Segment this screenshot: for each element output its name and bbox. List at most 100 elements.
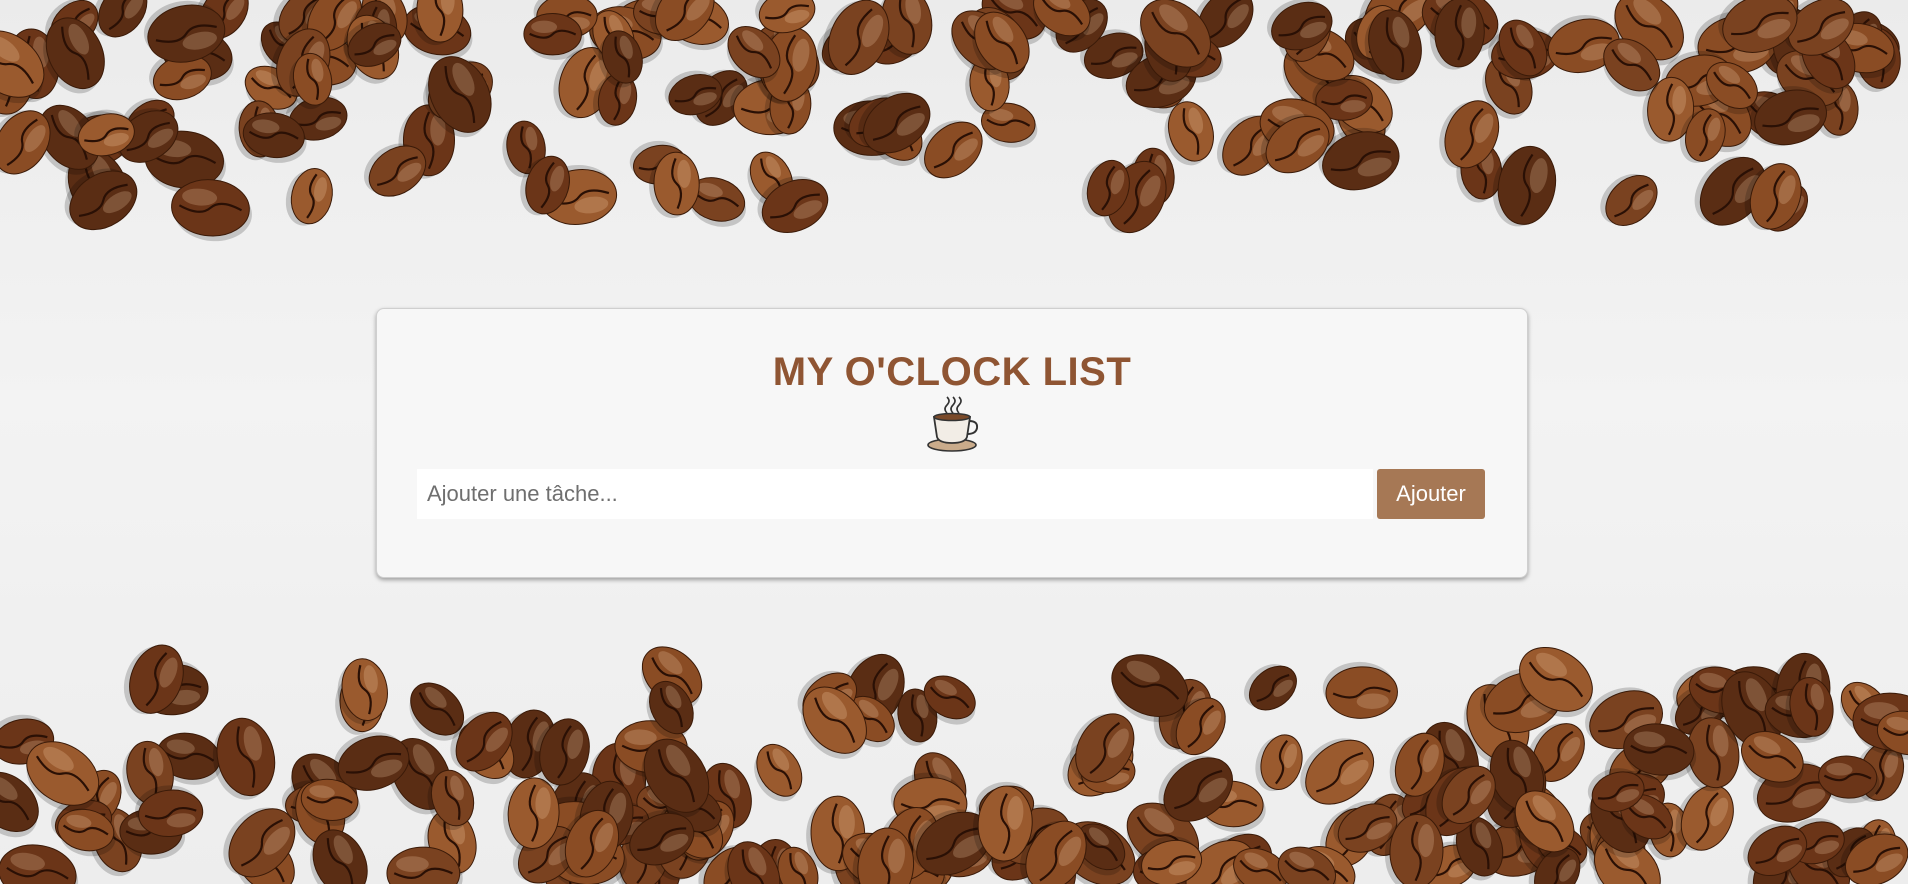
coffee-bean bbox=[1519, 646, 1593, 718]
coffee-bean bbox=[574, 780, 634, 855]
coffee-bean bbox=[244, 65, 298, 116]
coffee-bean bbox=[1290, 26, 1355, 87]
coffee-bean bbox=[1318, 127, 1400, 191]
coffee-bean bbox=[3, 28, 60, 103]
coffee-bean bbox=[425, 56, 492, 138]
coffee-bean bbox=[1600, 173, 1658, 227]
coffee-bean bbox=[664, 70, 723, 116]
coffee-bean bbox=[1158, 755, 1233, 822]
coffee-bean bbox=[65, 148, 129, 228]
coffee-bean bbox=[893, 688, 938, 746]
coffee-bean bbox=[1255, 734, 1303, 792]
coffee-bean bbox=[862, 12, 924, 65]
task-input[interactable] bbox=[417, 469, 1373, 519]
coffee-bean bbox=[539, 843, 587, 884]
coffee-bean bbox=[764, 77, 812, 137]
coffee-bean bbox=[1487, 25, 1559, 80]
coffee-bean bbox=[919, 120, 983, 179]
coffee-bean bbox=[698, 762, 752, 833]
coffee-bean bbox=[1396, 775, 1453, 825]
coffee-bean bbox=[756, 27, 818, 104]
coffee-bean bbox=[1439, 100, 1500, 169]
coffee-bean bbox=[986, 823, 1053, 881]
coffee-bean bbox=[285, 31, 358, 91]
coffee-bean bbox=[1536, 824, 1588, 873]
coffee-bean bbox=[427, 769, 475, 831]
coffee-bean bbox=[1277, 846, 1337, 884]
coffee-bean bbox=[1851, 27, 1901, 92]
coffee-bean bbox=[1359, 0, 1435, 43]
coffee-bean bbox=[1126, 802, 1199, 874]
coffee-bean bbox=[689, 69, 748, 126]
coffee-bean bbox=[1515, 799, 1577, 879]
coffee-bean bbox=[1456, 142, 1503, 203]
coffee-bean bbox=[975, 781, 1035, 827]
coffee-bean bbox=[1850, 819, 1897, 876]
coffee-bean bbox=[1785, 676, 1834, 741]
coffee-bean bbox=[587, 742, 647, 821]
coffee-bean bbox=[755, 0, 816, 34]
coffee-bean bbox=[0, 771, 39, 838]
coffee-bean bbox=[845, 695, 895, 748]
coffee-bean bbox=[1069, 713, 1135, 783]
coffee-bean bbox=[1783, 0, 1855, 56]
coffee-cup-icon bbox=[927, 396, 979, 452]
coffee-bean bbox=[234, 832, 295, 884]
coffee-bean bbox=[1268, 107, 1322, 161]
coffee-bean bbox=[885, 851, 947, 884]
coffee-bean bbox=[1579, 809, 1646, 865]
coffee-bean bbox=[120, 98, 175, 146]
coffee-bean bbox=[1513, 790, 1575, 858]
coffee-bean bbox=[1527, 723, 1585, 782]
coffee-bean bbox=[43, 17, 105, 94]
coffee-bean bbox=[59, 111, 132, 167]
coffee-bean bbox=[533, 0, 598, 39]
coffee-bean bbox=[1364, 9, 1422, 84]
coffee-bean bbox=[839, 654, 905, 728]
coffee-bean bbox=[1130, 65, 1185, 114]
coffee-beans-bottom-decoration bbox=[0, 644, 1908, 884]
coffee-bean bbox=[1528, 847, 1581, 884]
coffee-bean bbox=[981, 0, 1047, 46]
page-title: MY O'CLOCK LIST bbox=[772, 350, 1132, 394]
coffee-bean bbox=[1479, 815, 1558, 877]
coffee-bean bbox=[1170, 697, 1226, 756]
coffee-bean bbox=[972, 785, 1033, 864]
coffee-bean bbox=[1852, 692, 1908, 756]
coffee-bean bbox=[1818, 755, 1880, 804]
coffee-bean bbox=[629, 140, 687, 185]
coffee-bean bbox=[1588, 783, 1651, 858]
coffee-bean bbox=[502, 777, 560, 852]
coffee-bean bbox=[540, 836, 612, 884]
coffee-bean bbox=[0, 714, 55, 765]
coffee-bean bbox=[589, 10, 635, 67]
add-task-button[interactable]: Ajouter bbox=[1377, 469, 1485, 519]
coffee-bean bbox=[774, 846, 819, 884]
coffee-bean bbox=[674, 800, 735, 861]
coffee-bean bbox=[1876, 710, 1908, 761]
coffee-bean bbox=[911, 809, 992, 876]
coffee-bean bbox=[1604, 737, 1674, 795]
coffee-bean bbox=[386, 846, 463, 884]
coffee-bean bbox=[1603, 38, 1661, 97]
coffee-bean bbox=[1463, 684, 1530, 766]
coffee-bean bbox=[1121, 49, 1197, 108]
coffee-bean bbox=[1163, 34, 1224, 83]
coffee-bean bbox=[724, 841, 781, 884]
coffee-bean bbox=[1233, 847, 1289, 884]
coffee-bean bbox=[122, 740, 174, 809]
coffee-bean bbox=[0, 30, 45, 104]
coffee-bean bbox=[589, 6, 663, 66]
coffee-bean bbox=[1728, 684, 1783, 750]
coffee-bean bbox=[1771, 652, 1831, 730]
coffee-bean bbox=[273, 0, 330, 43]
coffee-bean bbox=[171, 179, 252, 242]
coffee-bean bbox=[754, 743, 803, 802]
coffee-bean bbox=[923, 675, 976, 725]
coffee-bean bbox=[57, 808, 116, 857]
coffee-bean bbox=[842, 832, 909, 884]
coffee-bean bbox=[1335, 93, 1386, 153]
coffee-bean bbox=[830, 835, 878, 884]
coffee-bean bbox=[757, 176, 829, 233]
coffee-bean bbox=[662, 0, 730, 51]
